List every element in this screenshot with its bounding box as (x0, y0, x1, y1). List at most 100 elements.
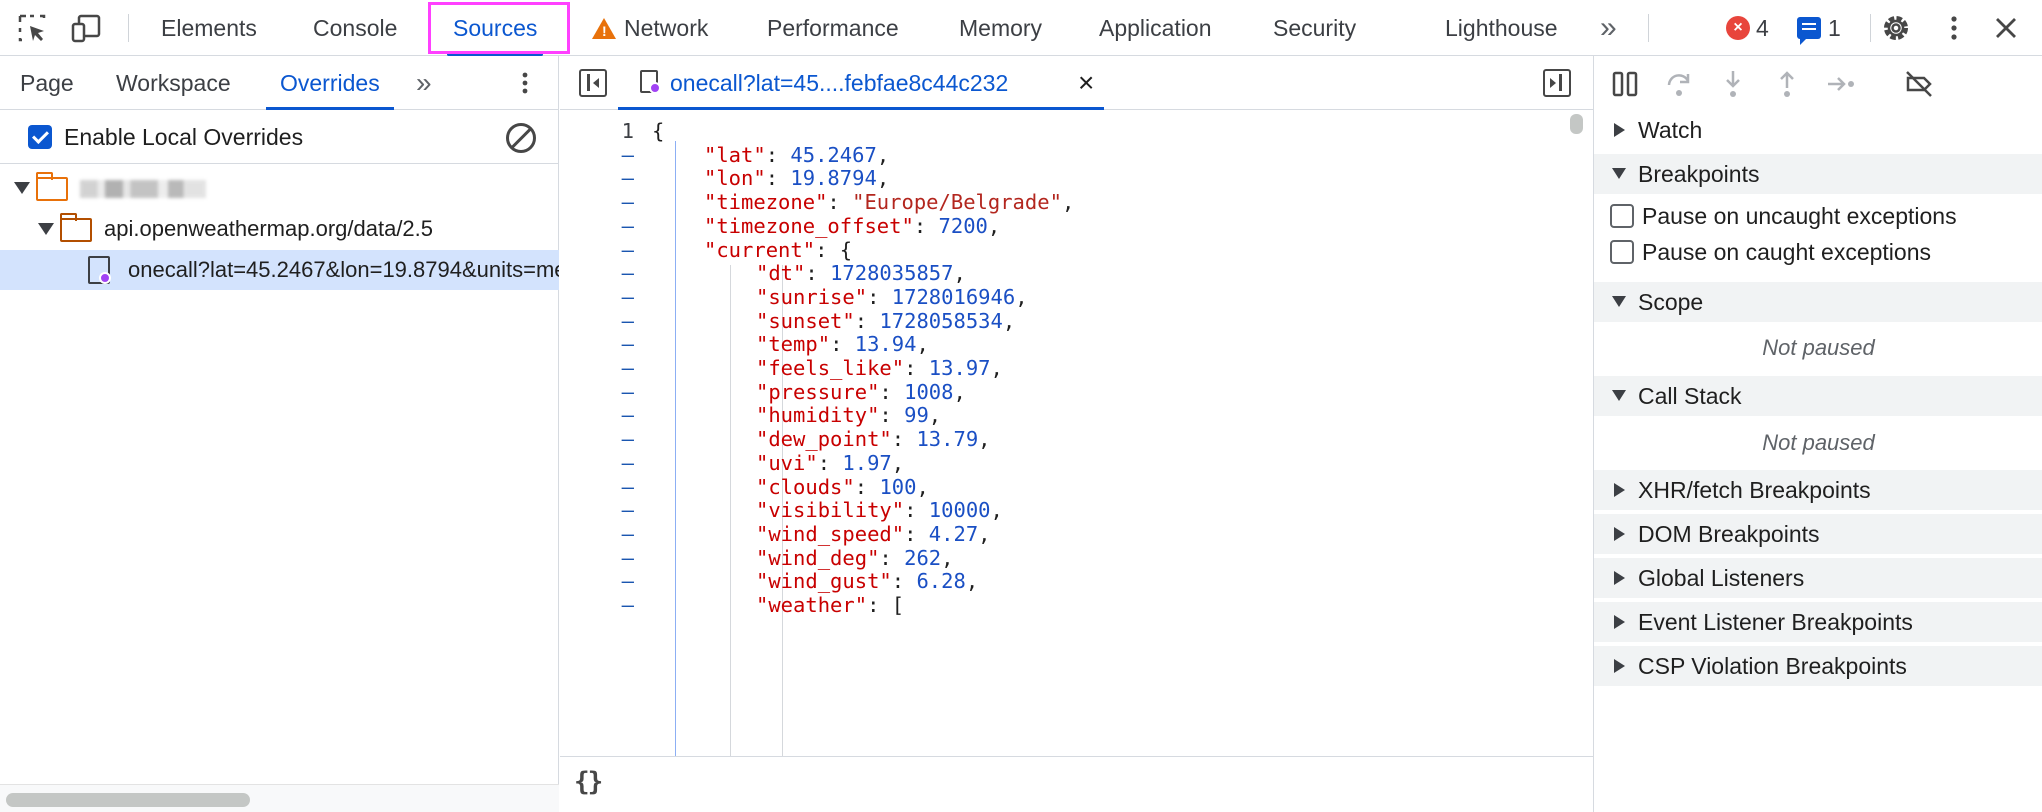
tree-folder-label: api.openweathermap.org/data/2.5 (104, 216, 434, 241)
pause-caught-checkbox[interactable] (1610, 240, 1634, 264)
tab-elements[interactable]: Elements (161, 0, 257, 56)
clear-overrides-icon[interactable] (506, 123, 536, 153)
event-listener-breakpoints-section-header[interactable]: Event Listener Breakpoints (1594, 602, 2042, 642)
tab-application[interactable]: Application (1099, 0, 1212, 56)
scrollbar-thumb[interactable] (1570, 114, 1583, 134)
tree-row-api-folder[interactable]: api.openweathermap.org/data/2.5 (0, 209, 559, 249)
tab-memory[interactable]: Memory (959, 0, 1042, 56)
line-changed-marker[interactable]: – (560, 590, 634, 621)
watch-label: Watch (1638, 117, 1703, 143)
enable-local-overrides-label[interactable]: Enable Local Overrides (64, 110, 303, 164)
call-stack-label: Call Stack (1638, 383, 1742, 409)
call-stack-section-header[interactable]: Call Stack (1594, 376, 2042, 416)
tab-workspace[interactable]: Workspace (116, 56, 231, 110)
editor-tab-bar: onecall?lat=45....febfae8c44c232 × (560, 56, 1593, 110)
scope-section-header[interactable]: Scope (1594, 282, 2042, 322)
devtools-main-toolbar: Elements Console Sources ! Network Perfor… (0, 0, 2042, 56)
toggle-navigator-icon[interactable] (579, 69, 607, 97)
editor-vertical-scrollbar[interactable] (1566, 110, 1586, 756)
navigator-horizontal-scrollbar[interactable] (0, 784, 559, 812)
expand-arrow-icon (1614, 123, 1625, 137)
code-text: "weather": [ (756, 590, 904, 621)
expand-arrow-icon (1614, 483, 1625, 497)
navigator-tabs: Page Workspace Overrides » (0, 56, 559, 110)
device-toolbar-icon[interactable] (70, 12, 102, 44)
tree-row-file[interactable]: onecall?lat=45.2467&lon=19.8794&units=me… (0, 250, 559, 290)
toggle-debugger-icon[interactable] (1543, 69, 1571, 97)
step-icon[interactable] (1826, 69, 1856, 99)
dom-breakpoints-section-header[interactable]: DOM Breakpoints (1594, 514, 2042, 554)
navigator-menu-icon[interactable] (511, 69, 539, 97)
close-devtools-icon[interactable] (1990, 12, 2022, 44)
pause-uncaught-label[interactable]: Pause on uncaught exceptions (1642, 198, 1957, 234)
tab-console[interactable]: Console (313, 0, 397, 56)
scrollbar-thumb[interactable] (6, 793, 250, 807)
error-icon[interactable]: × (1726, 16, 1750, 40)
pause-uncaught-row[interactable]: Pause on uncaught exceptions (1594, 198, 2042, 234)
code-view[interactable]: 1{– "lat": 45.2467, – "lon": 19.8794, – "time… (560, 110, 1593, 756)
code-line[interactable]: – "weather": [ (560, 590, 1560, 621)
expand-arrow-icon[interactable] (14, 182, 30, 194)
redacted-folder-name (80, 180, 206, 198)
source-editor: onecall?lat=45....febfae8c44c232 × 1{– "l… (560, 56, 1593, 812)
call-stack-status: Not paused (1762, 430, 1875, 455)
message-icon[interactable] (1797, 17, 1821, 45)
step-into-icon[interactable] (1718, 69, 1748, 99)
tab-network-label: Network (624, 15, 709, 41)
settings-gear-icon[interactable] (1880, 12, 1912, 44)
tab-overrides[interactable]: Overrides (266, 56, 394, 110)
expand-arrow-icon (1614, 659, 1625, 673)
xhr-breakpoints-section-header[interactable]: XHR/fetch Breakpoints (1594, 470, 2042, 510)
scope-label: Scope (1638, 289, 1704, 315)
close-tab-icon[interactable]: × (1078, 56, 1094, 110)
collapse-arrow-icon (1612, 168, 1626, 179)
toolbar-divider (128, 14, 129, 42)
expand-arrow-icon (1614, 571, 1625, 585)
step-out-icon[interactable] (1772, 69, 1802, 99)
more-tabs-icon[interactable]: » (1600, 0, 1617, 56)
csp-breakpoints-section-header[interactable]: CSP Violation Breakpoints (1594, 646, 2042, 686)
sources-navigator: Page Workspace Overrides » Enable Local … (0, 56, 559, 812)
annotation-highlight-box (428, 2, 570, 54)
expand-arrow-icon (1614, 615, 1625, 629)
json-punctuation: : [ (867, 593, 905, 617)
message-count[interactable]: 1 (1828, 0, 1841, 56)
pause-uncaught-checkbox[interactable] (1610, 204, 1634, 228)
pause-caught-label[interactable]: Pause on caught exceptions (1642, 234, 1931, 270)
pause-script-icon[interactable] (1610, 69, 1640, 99)
override-dot-icon (99, 272, 111, 284)
file-icon (88, 256, 111, 284)
file-icon (640, 70, 661, 94)
enable-local-overrides-checkbox[interactable] (28, 125, 52, 149)
tab-security[interactable]: Security (1273, 0, 1356, 56)
tree-row-root-folder[interactable] (0, 168, 559, 208)
csp-breakpoints-label: CSP Violation Breakpoints (1638, 653, 1907, 679)
global-listeners-section-header[interactable]: Global Listeners (1594, 558, 2042, 598)
json-key: "weather" (756, 593, 868, 617)
deactivate-breakpoints-icon[interactable] (1904, 69, 1934, 99)
breakpoints-label: Breakpoints (1638, 161, 1760, 187)
inspect-element-icon[interactable] (16, 12, 48, 44)
scope-status: Not paused (1762, 335, 1875, 360)
watch-section-header[interactable]: Watch (1594, 110, 2042, 150)
error-count[interactable]: 4 (1756, 0, 1769, 56)
folder-icon (59, 213, 92, 242)
expand-arrow-icon[interactable] (38, 223, 54, 235)
breakpoints-section-header[interactable]: Breakpoints (1594, 154, 2042, 194)
pause-caught-row[interactable]: Pause on caught exceptions (1594, 234, 2042, 270)
tab-network[interactable]: ! Network (592, 0, 708, 56)
more-navigator-tabs-icon[interactable]: » (416, 56, 432, 110)
collapse-arrow-icon (1612, 296, 1626, 307)
tab-page[interactable]: Page (20, 56, 74, 110)
editor-tab-label[interactable]: onecall?lat=45....febfae8c44c232 (670, 56, 1008, 110)
tab-performance[interactable]: Performance (767, 0, 899, 56)
editor-status-bar: {} (560, 756, 1593, 812)
dom-breakpoints-label: DOM Breakpoints (1638, 521, 1820, 547)
tab-lighthouse[interactable]: Lighthouse (1445, 0, 1558, 56)
more-options-icon[interactable] (1938, 12, 1970, 44)
pretty-print-icon[interactable]: {} (574, 767, 603, 797)
warning-icon: ! (592, 18, 616, 39)
debugger-sidebar: Watch Breakpoints Pause on uncaught exce… (1593, 56, 2042, 812)
step-over-icon[interactable] (1664, 69, 1694, 99)
editor-tab-onecall[interactable]: onecall?lat=45....febfae8c44c232 × (618, 56, 1104, 110)
